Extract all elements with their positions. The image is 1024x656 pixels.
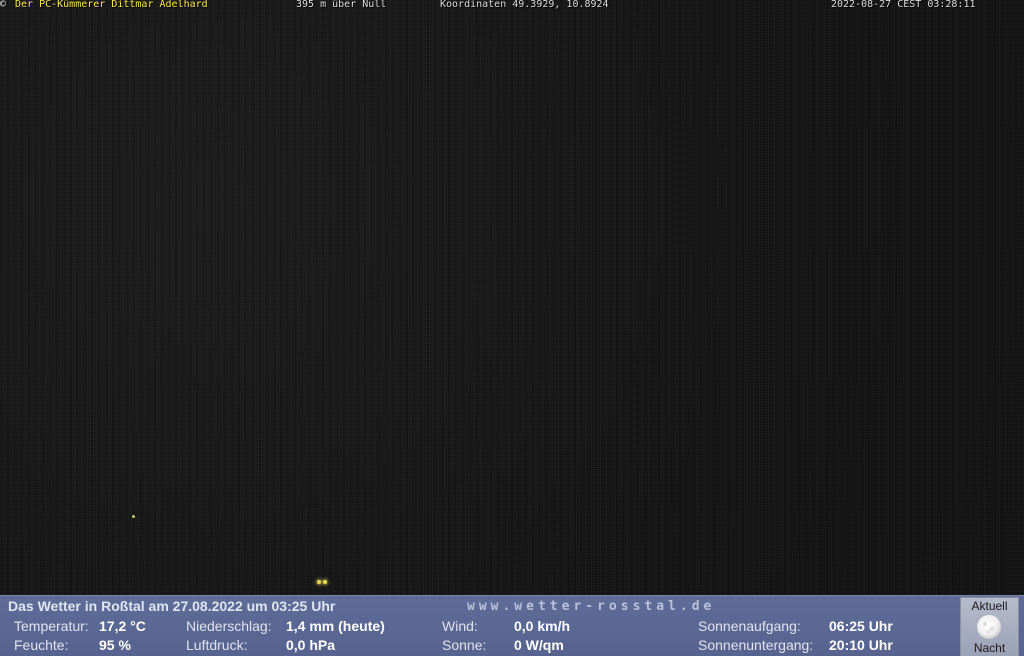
moon-current-label: Aktuell <box>971 599 1008 613</box>
webcam-image: © Der PC-Kümmerer Dittmar Adelhard 395 m… <box>0 0 1024 656</box>
coordinates-text: Koordinaten 49.3929, 10.8924 <box>440 0 609 10</box>
temperature-value: 17,2 °C <box>99 618 146 634</box>
moon-phase-label: Nacht <box>973 641 1006 655</box>
moon-phase-box: Aktuell Nacht <box>960 597 1019 656</box>
weather-panel: Das Wetter in Roßtal am 27.08.2022 um 03… <box>0 595 1024 656</box>
sunset-label: Sonnenuntergang: <box>698 637 814 653</box>
sun-value: 0 W/qm <box>514 637 564 653</box>
moon-icon <box>977 615 1001 639</box>
pressure-label: Luftdruck: <box>186 637 248 653</box>
sunset-value: 20:10 Uhr <box>829 637 893 653</box>
distant-light <box>132 515 135 518</box>
owner-name: Der PC-Kümmerer Dittmar Adelhard <box>15 0 208 10</box>
webcam-info-overlay: © Der PC-Kümmerer Dittmar Adelhard 395 m… <box>0 0 1024 12</box>
temperature-label: Temperatur: <box>14 618 89 634</box>
distant-light <box>317 580 321 584</box>
sun-label: Sonne: <box>442 637 487 653</box>
humidity-label: Feuchte: <box>14 637 69 653</box>
precipitation-label: Niederschlag: <box>186 618 272 634</box>
sunrise-label: Sonnenaufgang: <box>698 618 801 634</box>
precipitation-value: 1,4 mm (heute) <box>286 618 385 634</box>
wind-value: 0,0 km/h <box>514 618 571 634</box>
weather-title: Das Wetter in Roßtal am 27.08.2022 um 03… <box>8 598 336 614</box>
distant-light <box>323 580 327 584</box>
humidity-value: 95 % <box>99 637 131 653</box>
copyright-symbol: © <box>0 0 7 10</box>
pressure-value: 0,0 hPa <box>286 637 336 653</box>
timestamp-text: 2022-08-27 CEST 03:28:11 <box>831 0 976 10</box>
wind-label: Wind: <box>442 618 478 634</box>
site-url: www.wetter-rosstal.de <box>467 599 716 614</box>
altitude-text: 395 m über Null <box>296 0 387 10</box>
sunrise-value: 06:25 Uhr <box>829 618 893 634</box>
